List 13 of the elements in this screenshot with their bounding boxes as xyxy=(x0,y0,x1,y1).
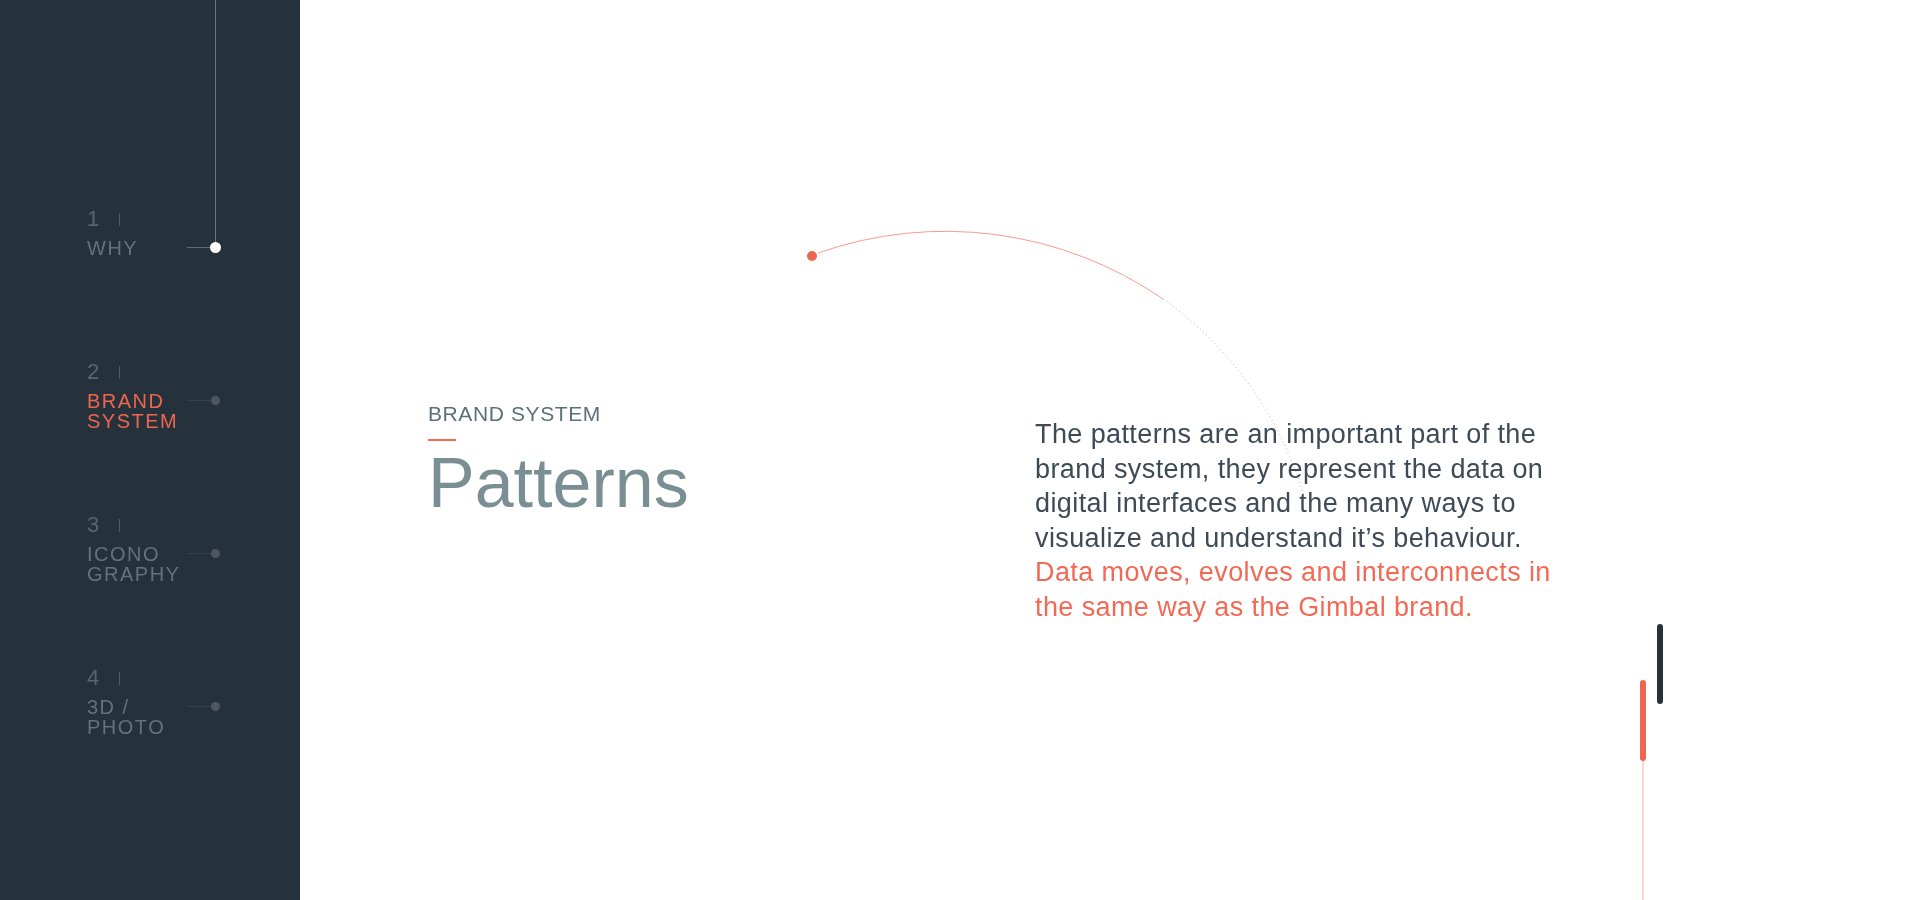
timeline-node-icon[interactable] xyxy=(187,548,221,559)
nav-link[interactable]: BRAND SYSTEM xyxy=(87,391,179,431)
body-text: The patterns are an important part of the brand system, they represent the data on digital interfaces and the many ways to visualize and understand it’s behaviour. xyxy=(1035,418,1545,555)
highlight-text: Data moves, evolves and interconnects in the same way as the Gimbal brand. xyxy=(1035,556,1552,624)
timeline-node-icon[interactable] xyxy=(187,242,221,253)
nav-link[interactable]: 3D / PHOTO xyxy=(87,697,166,737)
section-eyebrow: BRAND SYSTEM xyxy=(428,402,601,426)
dot-icon xyxy=(807,251,817,261)
nav-link[interactable]: ICONO GRAPHY xyxy=(87,544,181,584)
page-title: Patterns xyxy=(428,443,689,523)
timeline-node-icon[interactable] xyxy=(187,395,221,406)
timeline-node-icon[interactable] xyxy=(187,701,221,712)
nav-link[interactable]: WHY xyxy=(87,238,139,258)
